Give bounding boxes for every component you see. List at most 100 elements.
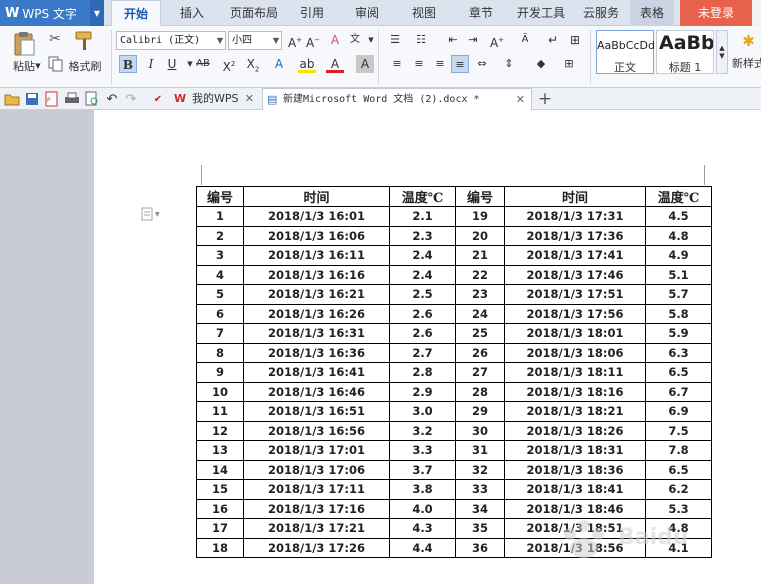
cell-id[interactable]: 15 xyxy=(196,479,244,500)
text-effect-icon[interactable]: A xyxy=(270,55,288,73)
cell-id[interactable]: 27 xyxy=(455,362,505,383)
tab-references[interactable]: 引用 xyxy=(294,0,330,26)
cell-temperature[interactable]: 3.3 xyxy=(389,440,456,461)
cell-temperature[interactable]: 3.0 xyxy=(389,401,456,422)
cell-id[interactable]: 13 xyxy=(196,440,244,461)
cell-id[interactable]: 12 xyxy=(196,420,244,441)
font-name-select[interactable]: Calibri (正文) ▼ xyxy=(116,31,226,50)
chevron-down-icon[interactable]: ▼ xyxy=(273,32,279,49)
cell-temperature[interactable]: 2.8 xyxy=(389,362,456,383)
cell-temperature[interactable]: 4.9 xyxy=(645,245,712,266)
cell-time[interactable]: 2018/1/3 18:46 xyxy=(504,498,646,519)
cell-temperature[interactable]: 5.1 xyxy=(645,264,712,285)
header-temperature[interactable]: 温度℃ xyxy=(645,186,712,207)
cell-temperature[interactable]: 7.5 xyxy=(645,420,712,441)
cell-id[interactable]: 29 xyxy=(455,401,505,422)
cell-temperature[interactable]: 6.7 xyxy=(645,381,712,402)
cell-time[interactable]: 2018/1/3 18:36 xyxy=(504,459,646,480)
font-size-select[interactable]: 小四 ▼ xyxy=(228,31,282,50)
print-preview-icon[interactable] xyxy=(84,91,100,107)
cell-id[interactable]: 10 xyxy=(196,381,244,402)
cell-id[interactable]: 4 xyxy=(196,264,244,285)
paragraph-shading-icon[interactable]: ◆ xyxy=(532,55,550,73)
tab-document[interactable]: ▤ 新建Microsoft Word 文档 (2).docx * ✕ xyxy=(262,88,532,110)
cell-time[interactable]: 2018/1/3 16:16 xyxy=(243,264,390,285)
cell-id[interactable]: 30 xyxy=(455,420,505,441)
login-button[interactable]: 未登录 xyxy=(680,0,752,26)
cell-temperature[interactable]: 3.2 xyxy=(389,420,456,441)
cell-time[interactable]: 2018/1/3 17:16 xyxy=(243,498,390,519)
change-case-icon[interactable]: A+ xyxy=(488,31,506,50)
tab-developer[interactable]: 开发工具 xyxy=(512,0,570,26)
decrease-indent-icon[interactable]: ⇤ xyxy=(444,31,462,49)
tab-insert[interactable]: 插入 xyxy=(172,0,212,26)
cell-temperature[interactable]: 6.9 xyxy=(645,401,712,422)
cell-id[interactable]: 20 xyxy=(455,225,505,246)
cell-time[interactable]: 2018/1/3 16:46 xyxy=(243,381,390,402)
cell-id[interactable]: 2 xyxy=(196,225,244,246)
cell-time[interactable]: 2018/1/3 18:21 xyxy=(504,401,646,422)
cell-time[interactable]: 2018/1/3 18:01 xyxy=(504,323,646,344)
cell-time[interactable]: 2018/1/3 18:06 xyxy=(504,342,646,363)
tab-page-layout[interactable]: 页面布局 xyxy=(226,0,282,26)
cell-temperature[interactable]: 6.2 xyxy=(645,479,712,500)
line-spacing-icon[interactable]: ⇕ xyxy=(500,55,518,73)
cell-time[interactable]: 2018/1/3 17:41 xyxy=(504,245,646,266)
cell-temperature[interactable]: 6.5 xyxy=(645,459,712,480)
cell-id[interactable]: 32 xyxy=(455,459,505,480)
superscript-button[interactable]: X2 xyxy=(220,55,238,74)
cell-id[interactable]: 22 xyxy=(455,264,505,285)
cut-icon[interactable]: ✂ xyxy=(46,30,64,48)
format-painter-icon[interactable] xyxy=(74,30,96,52)
cell-temperature[interactable]: 2.6 xyxy=(389,323,456,344)
cell-time[interactable]: 2018/1/3 16:56 xyxy=(243,420,390,441)
export-pdf-icon[interactable]: P xyxy=(44,91,60,107)
cell-id[interactable]: 17 xyxy=(196,518,244,539)
data-table[interactable]: 编号 时间 温度℃ 编号 时间 温度℃ 1 2018/1/3 16:01 2.1 19… xyxy=(196,186,712,558)
cell-temperature[interactable]: 5.3 xyxy=(645,498,712,519)
cell-time[interactable]: 2018/1/3 17:11 xyxy=(243,479,390,500)
cell-time[interactable]: 2018/1/3 16:01 xyxy=(243,206,390,227)
tab-chapter[interactable]: 章节 xyxy=(463,0,499,26)
borders-icon[interactable]: ⊞ xyxy=(560,55,578,73)
cell-time[interactable]: 2018/1/3 17:21 xyxy=(243,518,390,539)
close-icon[interactable]: ✕ xyxy=(516,89,525,111)
copy-icon[interactable] xyxy=(48,56,64,72)
italic-button[interactable]: I xyxy=(142,55,160,73)
paste-icon[interactable] xyxy=(12,31,36,57)
cell-time[interactable]: 2018/1/3 18:26 xyxy=(504,420,646,441)
tab-review[interactable]: 审阅 xyxy=(349,0,385,26)
cell-time[interactable]: 2018/1/3 17:51 xyxy=(504,284,646,305)
new-style-icon[interactable]: ✱ xyxy=(736,30,761,52)
underline-button[interactable]: U xyxy=(163,55,181,73)
tab-view[interactable]: 视图 xyxy=(406,0,442,26)
cell-id[interactable]: 34 xyxy=(455,498,505,519)
cell-time[interactable]: 2018/1/3 18:51 xyxy=(504,518,646,539)
cell-id[interactable]: 35 xyxy=(455,518,505,539)
cell-id[interactable]: 25 xyxy=(455,323,505,344)
cell-time[interactable]: 2018/1/3 17:46 xyxy=(504,264,646,285)
cell-temperature[interactable]: 3.8 xyxy=(389,479,456,500)
header-temperature[interactable]: 温度℃ xyxy=(389,186,456,207)
increase-indent-icon[interactable]: ⇥ xyxy=(464,31,482,49)
cell-id[interactable]: 18 xyxy=(196,537,244,558)
cell-time[interactable]: 2018/1/3 18:11 xyxy=(504,362,646,383)
cell-id[interactable]: 24 xyxy=(455,303,505,324)
bold-button[interactable]: B xyxy=(119,55,137,73)
tab-cloud-service[interactable]: 云服务 xyxy=(580,0,622,26)
numbered-list-icon[interactable]: ☷ xyxy=(412,31,430,49)
cell-temperature[interactable]: 6.5 xyxy=(645,362,712,383)
cell-id[interactable]: 28 xyxy=(455,381,505,402)
cell-id[interactable]: 16 xyxy=(196,498,244,519)
cell-id[interactable]: 26 xyxy=(455,342,505,363)
cell-temperature[interactable]: 3.7 xyxy=(389,459,456,480)
save-icon[interactable] xyxy=(24,91,40,107)
align-center-icon[interactable]: ≡ xyxy=(410,55,428,73)
cell-id[interactable]: 21 xyxy=(455,245,505,266)
cell-temperature[interactable]: 5.9 xyxy=(645,323,712,344)
cell-temperature[interactable]: 5.7 xyxy=(645,284,712,305)
header-time[interactable]: 时间 xyxy=(504,186,646,207)
tab-table[interactable]: 表格 xyxy=(630,0,674,26)
strikethrough-button[interactable]: AB xyxy=(192,55,214,73)
table-handle-icon[interactable]: ▼ xyxy=(141,207,163,221)
